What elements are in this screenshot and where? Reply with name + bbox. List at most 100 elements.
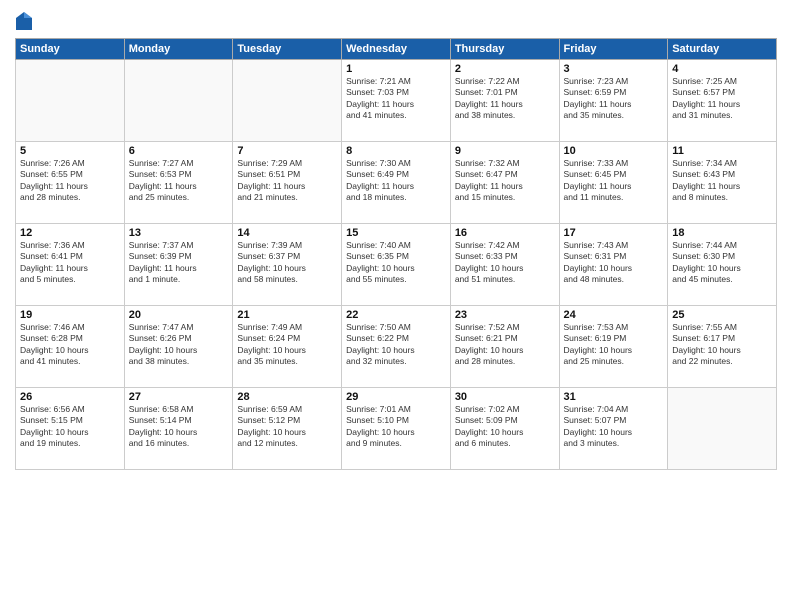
calendar-table: SundayMondayTuesdayWednesdayThursdayFrid… <box>15 38 777 470</box>
day-info: Sunrise: 7:25 AM Sunset: 6:57 PM Dayligh… <box>672 76 772 122</box>
day-number: 23 <box>455 309 555 321</box>
calendar-cell: 16Sunrise: 7:42 AM Sunset: 6:33 PM Dayli… <box>450 224 559 306</box>
calendar-cell: 1Sunrise: 7:21 AM Sunset: 7:03 PM Daylig… <box>342 60 451 142</box>
weekday-header-tuesday: Tuesday <box>233 39 342 60</box>
calendar-cell: 17Sunrise: 7:43 AM Sunset: 6:31 PM Dayli… <box>559 224 668 306</box>
calendar-cell: 25Sunrise: 7:55 AM Sunset: 6:17 PM Dayli… <box>668 306 777 388</box>
calendar-body: 1Sunrise: 7:21 AM Sunset: 7:03 PM Daylig… <box>16 60 777 470</box>
calendar-cell: 11Sunrise: 7:34 AM Sunset: 6:43 PM Dayli… <box>668 142 777 224</box>
day-info: Sunrise: 7:47 AM Sunset: 6:26 PM Dayligh… <box>129 322 229 368</box>
day-number: 3 <box>564 63 664 75</box>
weekday-header-monday: Monday <box>124 39 233 60</box>
day-info: Sunrise: 7:44 AM Sunset: 6:30 PM Dayligh… <box>672 240 772 286</box>
header <box>15 10 777 32</box>
calendar-cell <box>233 60 342 142</box>
day-number: 11 <box>672 145 772 157</box>
weekday-header-thursday: Thursday <box>450 39 559 60</box>
day-number: 27 <box>129 391 229 403</box>
day-info: Sunrise: 7:49 AM Sunset: 6:24 PM Dayligh… <box>237 322 337 368</box>
weekday-header-sunday: Sunday <box>16 39 125 60</box>
day-info: Sunrise: 6:58 AM Sunset: 5:14 PM Dayligh… <box>129 404 229 450</box>
calendar-cell: 27Sunrise: 6:58 AM Sunset: 5:14 PM Dayli… <box>124 388 233 470</box>
calendar-cell: 6Sunrise: 7:27 AM Sunset: 6:53 PM Daylig… <box>124 142 233 224</box>
day-number: 20 <box>129 309 229 321</box>
day-info: Sunrise: 7:52 AM Sunset: 6:21 PM Dayligh… <box>455 322 555 368</box>
calendar-cell: 8Sunrise: 7:30 AM Sunset: 6:49 PM Daylig… <box>342 142 451 224</box>
day-info: Sunrise: 6:56 AM Sunset: 5:15 PM Dayligh… <box>20 404 120 450</box>
calendar-week-1: 1Sunrise: 7:21 AM Sunset: 7:03 PM Daylig… <box>16 60 777 142</box>
calendar-cell: 13Sunrise: 7:37 AM Sunset: 6:39 PM Dayli… <box>124 224 233 306</box>
calendar-week-4: 19Sunrise: 7:46 AM Sunset: 6:28 PM Dayli… <box>16 306 777 388</box>
calendar-header: SundayMondayTuesdayWednesdayThursdayFrid… <box>16 39 777 60</box>
calendar-cell: 4Sunrise: 7:25 AM Sunset: 6:57 PM Daylig… <box>668 60 777 142</box>
day-info: Sunrise: 7:40 AM Sunset: 6:35 PM Dayligh… <box>346 240 446 286</box>
calendar-cell <box>668 388 777 470</box>
day-number: 15 <box>346 227 446 239</box>
day-info: Sunrise: 7:42 AM Sunset: 6:33 PM Dayligh… <box>455 240 555 286</box>
day-number: 14 <box>237 227 337 239</box>
logo <box>15 10 35 32</box>
calendar-week-5: 26Sunrise: 6:56 AM Sunset: 5:15 PM Dayli… <box>16 388 777 470</box>
calendar-cell: 7Sunrise: 7:29 AM Sunset: 6:51 PM Daylig… <box>233 142 342 224</box>
day-info: Sunrise: 7:39 AM Sunset: 6:37 PM Dayligh… <box>237 240 337 286</box>
day-number: 28 <box>237 391 337 403</box>
day-info: Sunrise: 7:33 AM Sunset: 6:45 PM Dayligh… <box>564 158 664 204</box>
calendar-cell: 31Sunrise: 7:04 AM Sunset: 5:07 PM Dayli… <box>559 388 668 470</box>
weekday-header-wednesday: Wednesday <box>342 39 451 60</box>
day-number: 10 <box>564 145 664 157</box>
day-number: 12 <box>20 227 120 239</box>
calendar-cell: 14Sunrise: 7:39 AM Sunset: 6:37 PM Dayli… <box>233 224 342 306</box>
day-info: Sunrise: 7:02 AM Sunset: 5:09 PM Dayligh… <box>455 404 555 450</box>
calendar-cell <box>124 60 233 142</box>
day-info: Sunrise: 7:29 AM Sunset: 6:51 PM Dayligh… <box>237 158 337 204</box>
day-info: Sunrise: 7:04 AM Sunset: 5:07 PM Dayligh… <box>564 404 664 450</box>
calendar-cell: 24Sunrise: 7:53 AM Sunset: 6:19 PM Dayli… <box>559 306 668 388</box>
day-number: 24 <box>564 309 664 321</box>
day-info: Sunrise: 7:21 AM Sunset: 7:03 PM Dayligh… <box>346 76 446 122</box>
day-number: 2 <box>455 63 555 75</box>
day-number: 16 <box>455 227 555 239</box>
calendar-cell: 12Sunrise: 7:36 AM Sunset: 6:41 PM Dayli… <box>16 224 125 306</box>
day-number: 25 <box>672 309 772 321</box>
calendar-cell: 28Sunrise: 6:59 AM Sunset: 5:12 PM Dayli… <box>233 388 342 470</box>
logo-icon <box>15 10 33 32</box>
day-number: 5 <box>20 145 120 157</box>
day-info: Sunrise: 7:50 AM Sunset: 6:22 PM Dayligh… <box>346 322 446 368</box>
calendar-cell: 18Sunrise: 7:44 AM Sunset: 6:30 PM Dayli… <box>668 224 777 306</box>
calendar-cell: 30Sunrise: 7:02 AM Sunset: 5:09 PM Dayli… <box>450 388 559 470</box>
day-info: Sunrise: 7:37 AM Sunset: 6:39 PM Dayligh… <box>129 240 229 286</box>
page: SundayMondayTuesdayWednesdayThursdayFrid… <box>0 0 792 612</box>
calendar-cell: 3Sunrise: 7:23 AM Sunset: 6:59 PM Daylig… <box>559 60 668 142</box>
day-number: 18 <box>672 227 772 239</box>
calendar-cell: 20Sunrise: 7:47 AM Sunset: 6:26 PM Dayli… <box>124 306 233 388</box>
day-number: 7 <box>237 145 337 157</box>
day-number: 19 <box>20 309 120 321</box>
calendar-cell: 15Sunrise: 7:40 AM Sunset: 6:35 PM Dayli… <box>342 224 451 306</box>
calendar-cell: 9Sunrise: 7:32 AM Sunset: 6:47 PM Daylig… <box>450 142 559 224</box>
day-info: Sunrise: 7:46 AM Sunset: 6:28 PM Dayligh… <box>20 322 120 368</box>
calendar-cell: 29Sunrise: 7:01 AM Sunset: 5:10 PM Dayli… <box>342 388 451 470</box>
day-number: 4 <box>672 63 772 75</box>
day-info: Sunrise: 7:22 AM Sunset: 7:01 PM Dayligh… <box>455 76 555 122</box>
calendar-cell: 22Sunrise: 7:50 AM Sunset: 6:22 PM Dayli… <box>342 306 451 388</box>
calendar-cell: 10Sunrise: 7:33 AM Sunset: 6:45 PM Dayli… <box>559 142 668 224</box>
day-number: 9 <box>455 145 555 157</box>
day-number: 1 <box>346 63 446 75</box>
day-number: 13 <box>129 227 229 239</box>
day-number: 21 <box>237 309 337 321</box>
weekday-header-saturday: Saturday <box>668 39 777 60</box>
day-info: Sunrise: 7:34 AM Sunset: 6:43 PM Dayligh… <box>672 158 772 204</box>
day-info: Sunrise: 7:43 AM Sunset: 6:31 PM Dayligh… <box>564 240 664 286</box>
calendar-cell: 2Sunrise: 7:22 AM Sunset: 7:01 PM Daylig… <box>450 60 559 142</box>
day-info: Sunrise: 7:32 AM Sunset: 6:47 PM Dayligh… <box>455 158 555 204</box>
calendar-cell <box>16 60 125 142</box>
day-info: Sunrise: 7:30 AM Sunset: 6:49 PM Dayligh… <box>346 158 446 204</box>
day-number: 29 <box>346 391 446 403</box>
day-number: 26 <box>20 391 120 403</box>
weekday-header-row: SundayMondayTuesdayWednesdayThursdayFrid… <box>16 39 777 60</box>
day-info: Sunrise: 7:27 AM Sunset: 6:53 PM Dayligh… <box>129 158 229 204</box>
day-number: 17 <box>564 227 664 239</box>
calendar-week-3: 12Sunrise: 7:36 AM Sunset: 6:41 PM Dayli… <box>16 224 777 306</box>
day-number: 6 <box>129 145 229 157</box>
day-info: Sunrise: 7:01 AM Sunset: 5:10 PM Dayligh… <box>346 404 446 450</box>
